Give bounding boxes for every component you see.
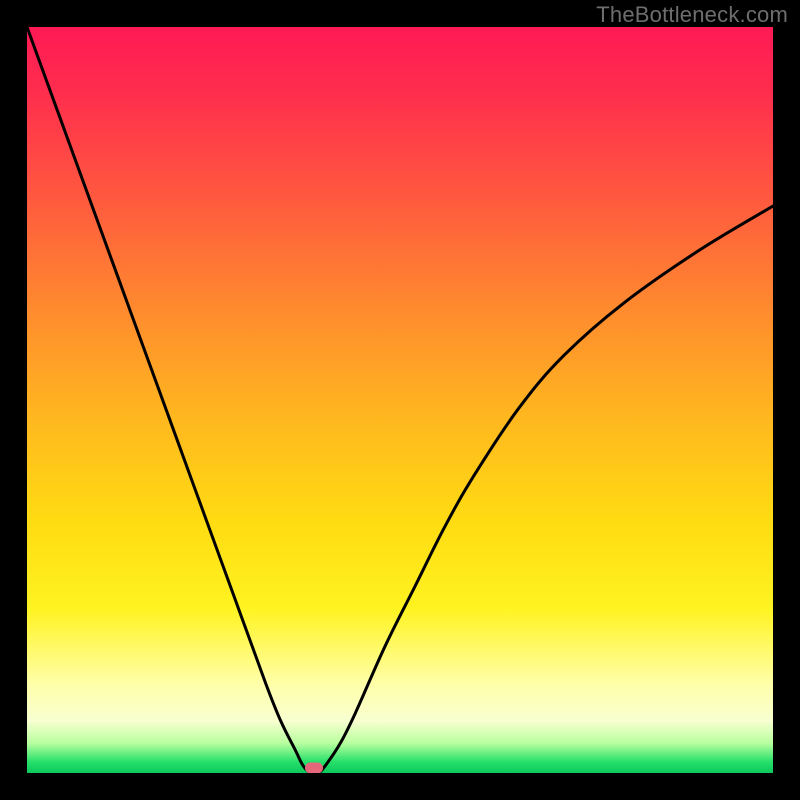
plot-area [27,27,773,773]
minimum-marker [305,763,323,774]
watermark-text: TheBottleneck.com [596,2,788,28]
chart-frame: TheBottleneck.com [0,0,800,800]
bottleneck-curve [27,27,773,773]
